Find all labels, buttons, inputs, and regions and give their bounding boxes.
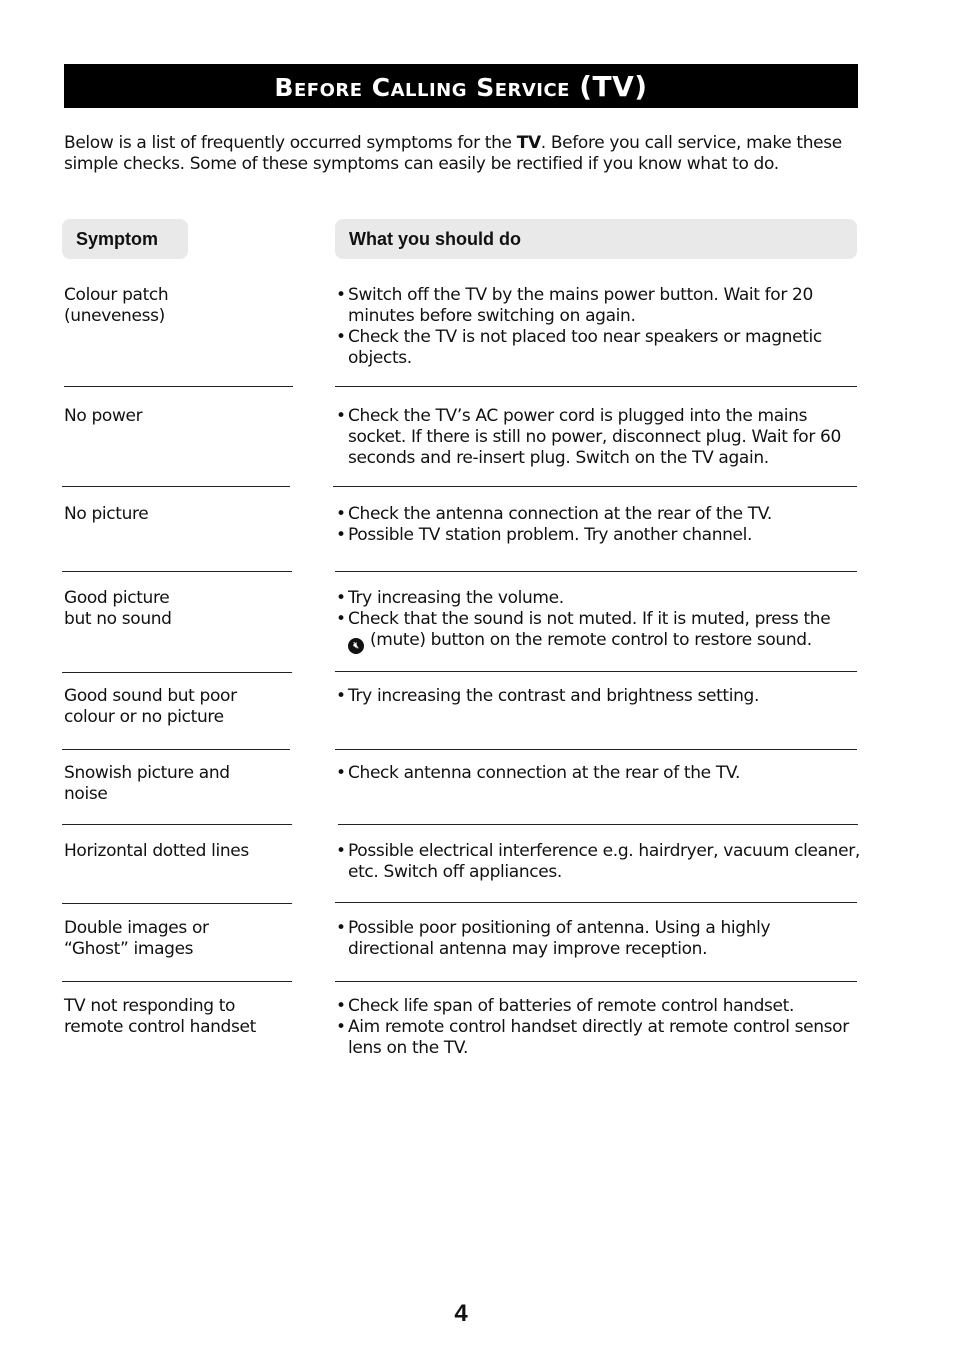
action-item: Possible TV station problem. Try another… (336, 525, 861, 546)
action-cell: Possible electrical interference e.g. ha… (336, 841, 861, 883)
symptom-cell: Double images or “Ghost” images (64, 918, 289, 960)
symptom-line: “Ghost” images (64, 939, 194, 959)
action-item: Try increasing the volume. (336, 588, 861, 609)
action-list: Check the TV’s AC power cord is plugged … (336, 406, 861, 469)
action-list: Check life span of batteries of remote c… (336, 996, 861, 1059)
symptom-cell: No picture (64, 504, 289, 525)
row-divider (62, 981, 292, 982)
row-divider (62, 824, 292, 825)
action-cell: Check the antenna connection at the rear… (336, 504, 861, 546)
action-cell: Try increasing the contrast and brightne… (336, 686, 861, 707)
row-divider (62, 571, 292, 572)
row-divider (338, 824, 858, 825)
action-list: Possible poor positioning of antenna. Us… (336, 918, 861, 960)
action-item: Try increasing the contrast and brightne… (336, 686, 861, 707)
page-title-bar: Before Calling Service (TV) (64, 64, 858, 108)
symptom-line: No picture (64, 504, 149, 524)
intro-text-bold: TV (516, 133, 541, 153)
action-list: Try increasing the contrast and brightne… (336, 686, 861, 707)
action-list: Switch off the TV by the mains power but… (336, 285, 861, 369)
symptom-cell: Good picture but no sound (64, 588, 289, 630)
action-item: Check the TV is not placed too near spea… (336, 327, 861, 369)
action-cell: Switch off the TV by the mains power but… (336, 285, 861, 369)
action-item: Check antenna connection at the rear of … (336, 763, 861, 784)
row-divider (335, 981, 857, 982)
action-item-text: Check that the sound is not muted. If it… (348, 609, 831, 629)
symptom-line: noise (64, 784, 108, 804)
row-divider (335, 571, 857, 572)
symptom-line: but no sound (64, 609, 172, 629)
row-divider (64, 386, 293, 387)
action-item: Check life span of batteries of remote c… (336, 996, 861, 1017)
symptom-cell: Colour patch (uneveness) (64, 285, 289, 327)
symptom-line: TV not responding to (64, 996, 236, 1016)
symptom-cell: Horizontal dotted lines (64, 841, 289, 862)
page-number: 4 (454, 1300, 468, 1327)
action-item: Check the antenna connection at the rear… (336, 504, 861, 525)
intro-paragraph: Below is a list of frequently occurred s… (64, 133, 864, 175)
page-title-main: Before Calling Service (274, 72, 570, 102)
page-title: Before Calling Service (TV) (274, 70, 647, 103)
symptom-line: Good picture (64, 588, 170, 608)
symptom-column-header: Symptom (62, 219, 188, 259)
row-divider (62, 672, 292, 673)
intro-text-before: Below is a list of frequently occurred s… (64, 133, 517, 153)
symptom-line: (uneveness) (64, 306, 165, 326)
action-item: Switch off the TV by the mains power but… (336, 285, 861, 327)
action-cell: Try increasing the volume. Check that th… (336, 588, 861, 654)
row-divider (335, 671, 857, 672)
action-item-text: (mute) button on the remote control to r… (370, 630, 812, 650)
action-list: Possible electrical interference e.g. ha… (336, 841, 861, 883)
symptom-line: Horizontal dotted lines (64, 841, 249, 861)
action-item: Possible electrical interference e.g. ha… (336, 841, 861, 883)
symptom-cell: No power (64, 406, 289, 427)
row-divider (335, 902, 857, 903)
symptom-cell: TV not responding to remote control hand… (64, 996, 289, 1038)
action-cell: Check the TV’s AC power cord is plugged … (336, 406, 861, 469)
symptom-cell: Snowish picture and noise (64, 763, 289, 805)
symptom-line: colour or no picture (64, 707, 224, 727)
row-divider (62, 903, 292, 904)
action-list: Check the antenna connection at the rear… (336, 504, 861, 546)
row-divider (62, 749, 290, 750)
action-column-header: What you should do (335, 219, 857, 259)
action-item: Aim remote control handset directly at r… (336, 1017, 861, 1059)
action-item: Check that the sound is not muted. If it… (336, 609, 861, 654)
symptom-line: Colour patch (64, 285, 169, 305)
row-divider (62, 486, 290, 487)
action-list: Try increasing the volume. Check that th… (336, 588, 861, 654)
row-divider (335, 749, 857, 750)
action-cell: Check antenna connection at the rear of … (336, 763, 861, 784)
action-item: Possible poor positioning of antenna. Us… (336, 918, 861, 960)
action-item: Check the TV’s AC power cord is plugged … (336, 406, 861, 469)
symptom-line: No power (64, 406, 143, 426)
symptom-line: Double images or (64, 918, 209, 938)
row-divider (335, 386, 857, 387)
symptom-line: remote control handset (64, 1017, 256, 1037)
action-cell: Possible poor positioning of antenna. Us… (336, 918, 861, 960)
action-list: Check antenna connection at the rear of … (336, 763, 861, 784)
symptom-cell: Good sound but poor colour or no picture (64, 686, 289, 728)
page-title-suffix: (TV) (579, 69, 648, 103)
action-cell: Check life span of batteries of remote c… (336, 996, 861, 1059)
mute-icon: 🔇︎ (348, 638, 364, 654)
symptom-line: Snowish picture and (64, 763, 230, 783)
symptom-line: Good sound but poor (64, 686, 237, 706)
row-divider (333, 486, 857, 487)
